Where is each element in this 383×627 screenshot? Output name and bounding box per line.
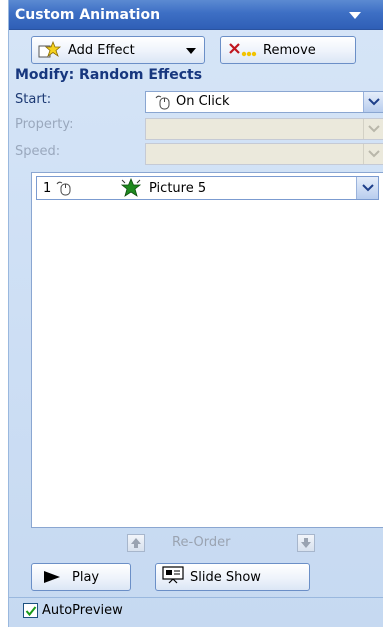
play-icon bbox=[44, 571, 60, 583]
mouse-click-icon bbox=[154, 94, 172, 110]
start-value: On Click bbox=[176, 94, 230, 109]
effect-index: 1 bbox=[43, 181, 52, 196]
chevron-down-icon bbox=[362, 184, 374, 192]
chevron-down-icon bbox=[368, 98, 380, 106]
add-effect-label: Add Effect bbox=[68, 42, 135, 58]
reorder-controls: Re-Order bbox=[127, 534, 317, 554]
start-dropdown-button[interactable] bbox=[363, 92, 383, 112]
arrow-up-icon bbox=[131, 538, 141, 548]
pane-titlebar: Custom Animation bbox=[9, 0, 383, 30]
property-select bbox=[145, 118, 383, 140]
effect-list[interactable]: 1 Picture 5 bbox=[31, 172, 383, 528]
property-dropdown-button bbox=[363, 119, 383, 139]
start-label: Start: bbox=[15, 92, 52, 107]
slide-show-label: Slide Show bbox=[190, 569, 261, 585]
add-effect-star-icon bbox=[38, 40, 62, 59]
mouse-click-icon bbox=[55, 180, 73, 196]
autopreview-option[interactable]: AutoPreview bbox=[23, 603, 123, 618]
remove-label: Remove bbox=[263, 42, 316, 58]
chevron-down-icon bbox=[368, 150, 380, 158]
effect-dropdown-button[interactable] bbox=[356, 177, 378, 199]
remove-button[interactable]: Remove bbox=[220, 36, 356, 64]
move-up-button[interactable] bbox=[127, 534, 145, 552]
modify-heading: Modify: Random Effects bbox=[15, 67, 203, 83]
slide-show-button[interactable]: Slide Show bbox=[155, 563, 310, 591]
remove-x-icon bbox=[227, 41, 257, 59]
play-label: Play bbox=[72, 569, 100, 585]
property-label: Property: bbox=[15, 117, 74, 132]
play-button[interactable]: Play bbox=[31, 563, 131, 591]
speed-label: Speed: bbox=[15, 144, 61, 159]
chevron-down-icon bbox=[368, 125, 380, 133]
chevron-down-icon bbox=[186, 48, 196, 54]
effect-name: Picture 5 bbox=[149, 181, 207, 196]
speed-select bbox=[145, 143, 383, 165]
menu-arrow-icon[interactable] bbox=[349, 12, 361, 19]
checkmark-icon bbox=[25, 606, 37, 617]
autopreview-checkbox[interactable] bbox=[23, 603, 38, 618]
arrow-down-icon bbox=[301, 538, 311, 548]
effect-star-icon bbox=[119, 177, 143, 198]
pane-title: Custom Animation bbox=[15, 7, 161, 23]
divider bbox=[9, 597, 383, 598]
speed-dropdown-button bbox=[363, 144, 383, 164]
custom-animation-pane: Custom Animation Add Effect Remove Modif… bbox=[8, 0, 383, 627]
start-select[interactable]: On Click bbox=[145, 91, 383, 113]
add-effect-button[interactable]: Add Effect bbox=[31, 36, 205, 64]
reorder-label: Re-Order bbox=[172, 535, 231, 550]
move-down-button[interactable] bbox=[297, 534, 315, 552]
autopreview-label: AutoPreview bbox=[42, 603, 123, 618]
list-item[interactable]: 1 Picture 5 bbox=[36, 176, 379, 200]
slideshow-icon bbox=[162, 566, 184, 588]
